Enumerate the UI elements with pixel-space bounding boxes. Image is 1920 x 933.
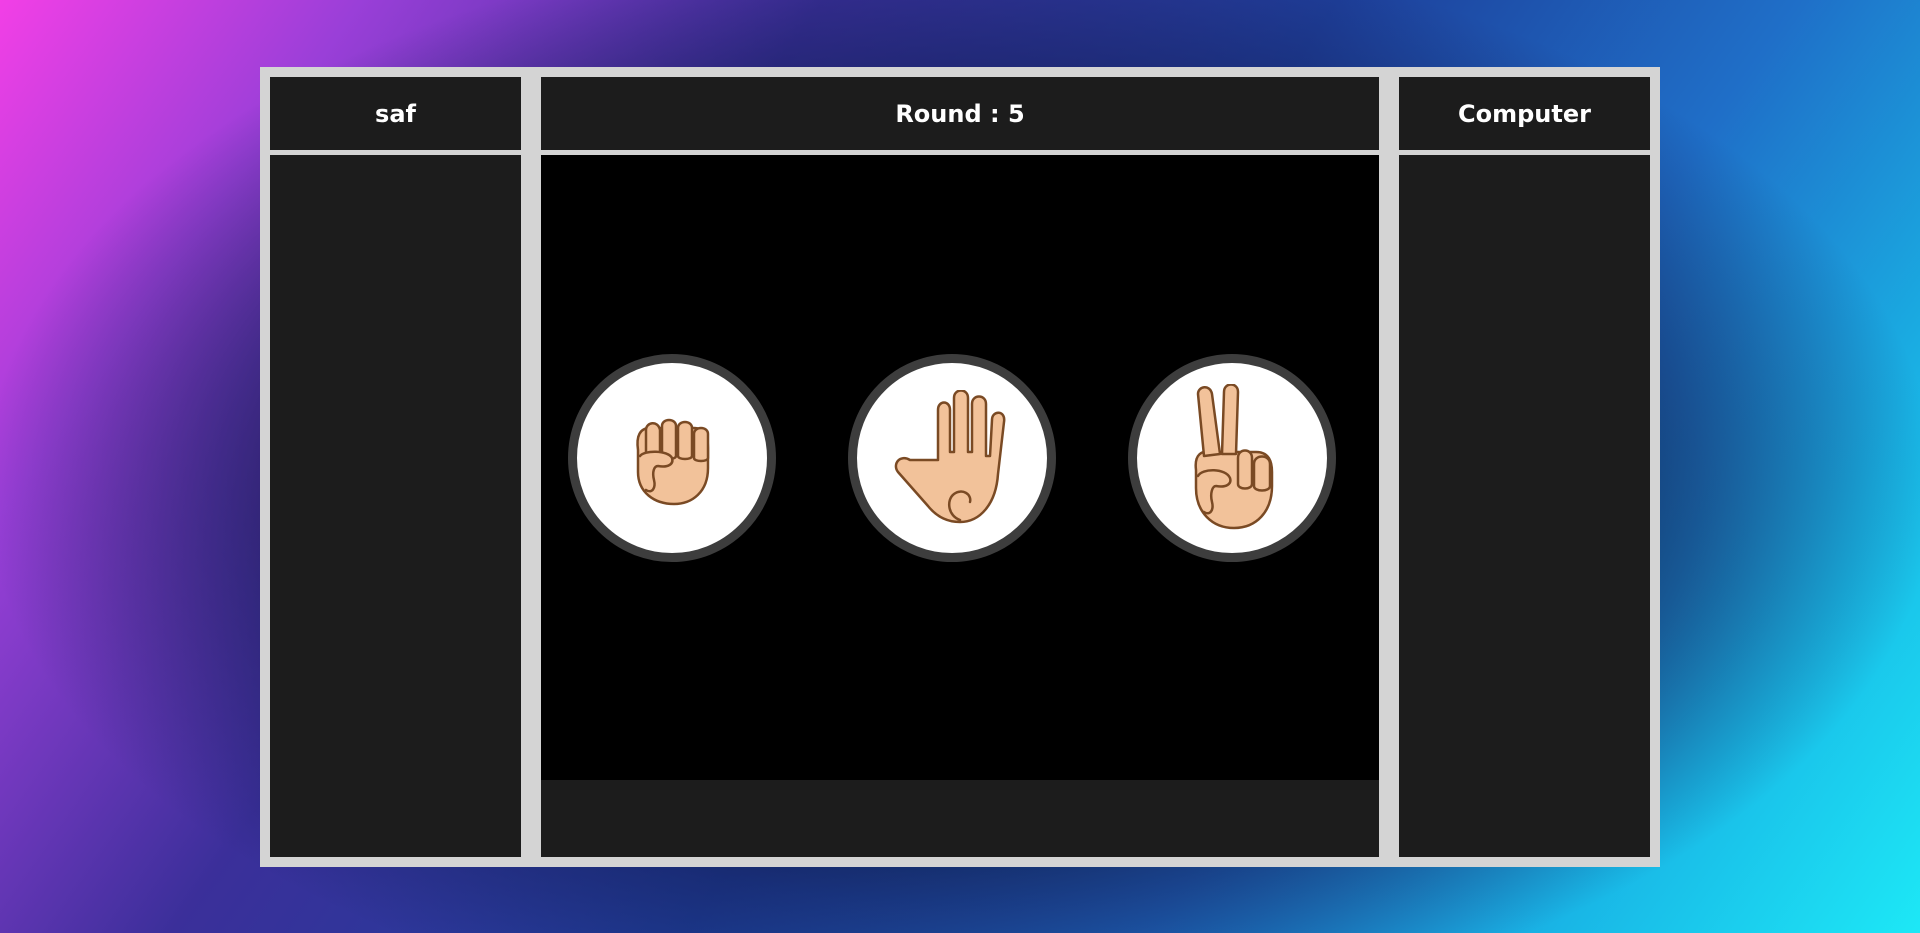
computer-panel: Computer [1399, 77, 1650, 857]
open-hand-icon [894, 390, 1006, 524]
fist-icon [636, 418, 710, 506]
game-board: Round : 5 [541, 77, 1379, 857]
rock-choice-button[interactable] [568, 354, 776, 562]
choice-arena [541, 155, 1379, 780]
round-header: Round : 5 [541, 77, 1379, 155]
round-counter: Round : 5 [895, 99, 1025, 128]
result-area [541, 780, 1379, 857]
player-name: saf [375, 99, 416, 128]
player-header: saf [270, 77, 521, 155]
paper-choice-button[interactable] [848, 354, 1056, 562]
victory-hand-icon [1194, 384, 1274, 530]
computer-header: Computer [1399, 77, 1650, 155]
scissors-choice-button[interactable] [1128, 354, 1336, 562]
computer-name: Computer [1458, 99, 1591, 128]
game-frame: saf Round : 5 Computer [260, 67, 1660, 867]
player-panel: saf [270, 77, 521, 857]
